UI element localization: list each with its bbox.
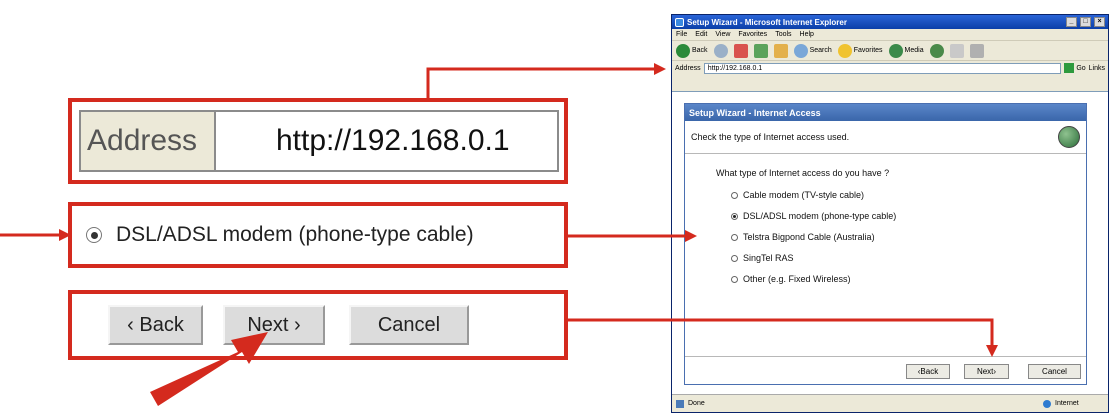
go-button[interactable]: Go (1064, 63, 1086, 73)
option-label: Cable modem (TV-style cable) (743, 190, 865, 200)
forward-arrow-icon[interactable] (713, 43, 728, 58)
option-singtel-ras[interactable]: SingTel RAS (731, 253, 1086, 263)
browser-title-bar: Setup Wizard - Microsoft Internet Explor… (672, 15, 1108, 29)
media-label: Media (904, 47, 924, 54)
option-label: DSL/ADSL modem (phone-type cable) (743, 211, 897, 221)
refresh-icon[interactable] (753, 43, 768, 58)
zoomed-back-button: ‹ Back (108, 305, 203, 345)
browser-status-bar: Done Internet (672, 394, 1108, 412)
zoomed-address-value: http://192.168.0.1 (276, 124, 510, 157)
menu-view[interactable]: View (715, 31, 730, 38)
zoomed-address-label: Address (81, 112, 216, 170)
address-label: Address (675, 64, 701, 72)
menu-favorites[interactable]: Favorites (738, 31, 767, 38)
wizard-subtitle-bar: Check the type of Internet access used. (685, 121, 1086, 154)
mail-icon[interactable] (949, 43, 964, 58)
browser-title: Setup Wizard - Microsoft Internet Explor… (687, 17, 847, 27)
home-icon[interactable] (773, 43, 788, 58)
menu-file[interactable]: File (676, 31, 687, 38)
search-icon (793, 43, 808, 58)
go-label: Go (1076, 64, 1086, 72)
browser-toolbar: Back Search Favorites Media (672, 41, 1108, 61)
media-icon (888, 43, 903, 58)
option-dsl-adsl-modem[interactable]: DSL/ADSL modem (phone-type cable) (731, 211, 1086, 221)
option-telstra-bigpond[interactable]: Telstra Bigpond Cable (Australia) (731, 232, 1086, 242)
status-zone: Internet (1055, 400, 1079, 407)
wizard-footer: ‹Back Next› Cancel (685, 356, 1086, 384)
minimize-icon[interactable]: _ (1066, 17, 1077, 27)
zoomed-radio-selected (86, 227, 102, 243)
zoomed-next-button: Next › (223, 305, 325, 345)
stop-icon[interactable] (733, 43, 748, 58)
zoomed-address-bar: Address http://192.168.0.1 (79, 110, 559, 172)
setup-wizard-panel: Setup Wizard - Internet Access Check the… (684, 103, 1087, 385)
back-arrow-icon (676, 43, 690, 58)
zoomed-radio-label: DSL/ADSL modem (phone-type cable) (116, 223, 474, 246)
go-arrow-icon (1064, 63, 1075, 73)
browser-menu-bar: File Edit View Favorites Tools Help (672, 29, 1108, 41)
buttons-callout: ‹ Back Next › Cancel (68, 290, 568, 360)
option-other[interactable]: Other (e.g. Fixed Wireless) (731, 274, 1086, 284)
wizard-subtitle: Check the type of Internet access used. (691, 132, 850, 142)
radio-telstra-bigpond[interactable] (731, 233, 738, 241)
media-button[interactable]: Media (888, 43, 924, 58)
address-input[interactable]: http://192.168.0.1 (703, 62, 1062, 74)
star-icon (837, 43, 852, 58)
radio-callout: DSL/ADSL modem (phone-type cable) (68, 202, 568, 268)
close-icon[interactable]: × (1094, 17, 1105, 27)
globe-icon (1058, 126, 1080, 148)
wizard-title: Setup Wizard - Internet Access (685, 104, 1086, 121)
back-nav-label: Back (692, 47, 708, 54)
wizard-question: What type of Internet access do you have… (716, 168, 890, 178)
radio-cable-modem[interactable] (731, 191, 738, 199)
option-label: SingTel RAS (743, 253, 794, 263)
option-label: Telstra Bigpond Cable (Australia) (743, 232, 875, 242)
menu-help[interactable]: Help (800, 31, 814, 38)
search-button[interactable]: Search (793, 43, 832, 58)
page-done-icon (676, 399, 684, 408)
option-label: Other (e.g. Fixed Wireless) (743, 274, 851, 284)
next-button[interactable]: Next› (964, 364, 1009, 379)
cancel-button[interactable]: Cancel (1028, 364, 1081, 379)
browser-window: Setup Wizard - Microsoft Internet Explor… (671, 14, 1109, 413)
address-connector-arrow (426, 63, 666, 98)
browser-content: Setup Wizard - Internet Access Check the… (672, 91, 1108, 395)
option-cable-modem[interactable]: Cable modem (TV-style cable) (731, 190, 1086, 200)
ie-logo-icon (675, 17, 684, 27)
history-icon[interactable] (929, 43, 944, 58)
browser-address-bar: Address http://192.168.0.1 Go Links (672, 61, 1108, 75)
status-text: Done (688, 400, 705, 407)
print-icon[interactable] (969, 43, 984, 58)
radio-other[interactable] (731, 275, 738, 283)
radio-singtel-ras[interactable] (731, 254, 738, 262)
back-button[interactable]: ‹Back (906, 364, 950, 379)
favorites-label: Favorites (853, 47, 883, 54)
menu-tools[interactable]: Tools (775, 31, 791, 38)
menu-edit[interactable]: Edit (695, 31, 707, 38)
back-nav-button[interactable]: Back (676, 43, 708, 58)
wizard-body: What type of Internet access do you have… (685, 154, 1086, 284)
search-label: Search (809, 47, 832, 54)
radio-dsl-adsl-modem[interactable] (731, 212, 738, 220)
zoomed-cancel-button: Cancel (349, 305, 469, 345)
favorites-button[interactable]: Favorites (837, 43, 883, 58)
links-label[interactable]: Links (1089, 65, 1105, 72)
internet-zone-icon (1043, 399, 1051, 408)
address-callout: Address http://192.168.0.1 (68, 98, 568, 184)
maximize-icon[interactable]: □ (1080, 17, 1091, 27)
